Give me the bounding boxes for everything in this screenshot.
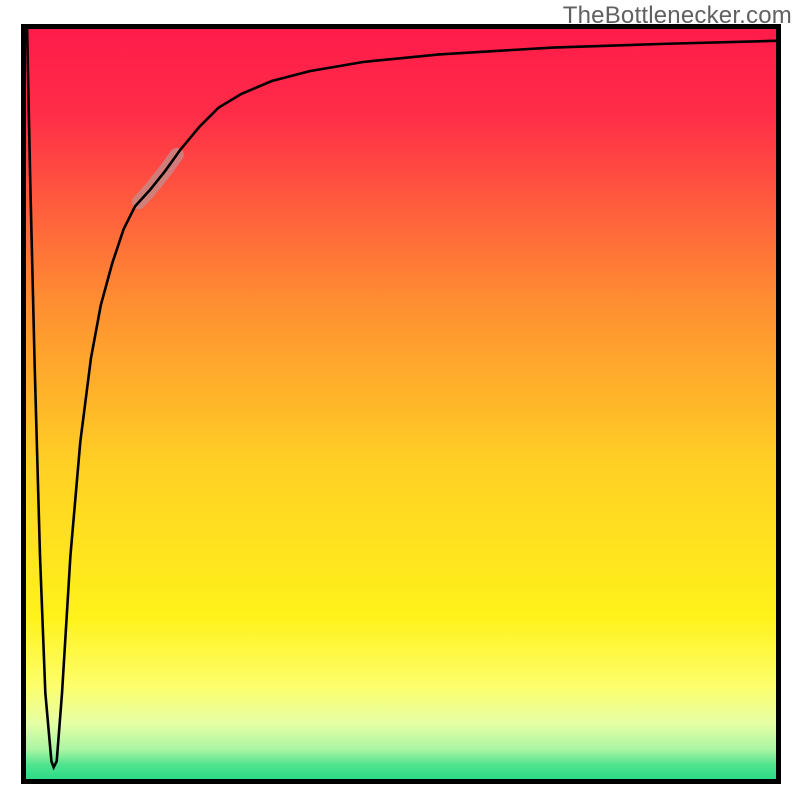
plot-area [21, 24, 781, 784]
axes-border [21, 24, 781, 784]
chart-container: TheBottleneсker.com [0, 0, 800, 800]
watermark-label: TheBottleneсker.com [563, 2, 792, 30]
